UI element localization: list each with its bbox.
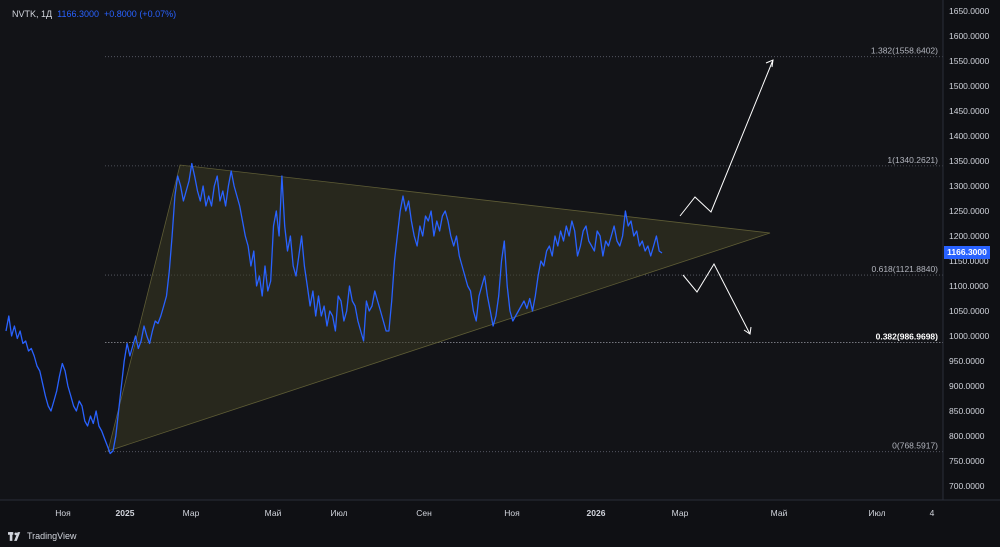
y-tick-label: 750.0000: [949, 456, 985, 466]
current-price-tag: 1166.3000: [944, 246, 990, 260]
y-tick-label: 1300.0000: [949, 181, 989, 191]
y-tick-label: 950.0000: [949, 356, 985, 366]
price-change: +0.8000 (+0.07%): [104, 9, 177, 19]
x-tick-label: 2025: [116, 508, 135, 518]
x-tick-label: Май: [265, 508, 282, 518]
y-tick-label: 800.0000: [949, 431, 985, 441]
y-tick-label: 1450.0000: [949, 106, 989, 116]
x-tick-label: Июл: [868, 508, 885, 518]
y-tick-label: 1250.0000: [949, 206, 989, 216]
y-tick-label: 1350.0000: [949, 156, 989, 166]
last-price: 1166.3000: [57, 9, 100, 19]
price-chart[interactable]: 1.382(1558.6402) 1(1340.2621) 0.618(1121.8…: [0, 0, 1000, 547]
y-tick-label: 1050.0000: [949, 306, 989, 316]
fib-level-label: 0.382(986.9698): [876, 332, 939, 342]
tradingview-brand[interactable]: TradingView: [8, 531, 77, 541]
x-tick-label: Мар: [183, 508, 200, 518]
brand-name: TradingView: [27, 531, 77, 541]
x-tick-label: Мар: [672, 508, 689, 518]
y-tick-label: 700.0000: [949, 481, 985, 491]
y-tick-label: 1500.0000: [949, 81, 989, 91]
x-tick-label: Сен: [416, 508, 432, 518]
y-tick-label: 1400.0000: [949, 131, 989, 141]
x-tick-label: 4: [930, 508, 935, 518]
y-tick-label: 850.0000: [949, 406, 985, 416]
y-tick-label: 1650.0000: [949, 6, 989, 16]
symbol-label: NVTK, 1Д: [12, 9, 53, 19]
fib-level-label: 0.618(1121.8840): [872, 264, 939, 274]
x-tick-label: Ноя: [55, 508, 71, 518]
x-tick-label: Ноя: [504, 508, 520, 518]
x-tick-label: Июл: [330, 508, 347, 518]
fib-level-label: 1.382(1558.6402): [871, 46, 938, 56]
x-tick-label: 2026: [587, 508, 606, 518]
y-tick-label: 1550.0000: [949, 56, 989, 66]
y-tick-label: 900.0000: [949, 381, 985, 391]
tradingview-logo-icon: [8, 531, 21, 541]
y-tick-label: 1600.0000: [949, 31, 989, 41]
y-tick-label: 1100.0000: [949, 281, 989, 291]
x-tick-label: Май: [771, 508, 788, 518]
y-tick-label: 1200.0000: [949, 231, 989, 241]
symbol-header: NVTK, 1Д 1166.3000 +0.8000 (+0.07%): [12, 9, 176, 19]
y-tick-label: 1000.0000: [949, 331, 989, 341]
fib-level-label: 1(1340.2621): [887, 155, 938, 165]
fib-level-label: 0(768.5917): [892, 441, 938, 451]
